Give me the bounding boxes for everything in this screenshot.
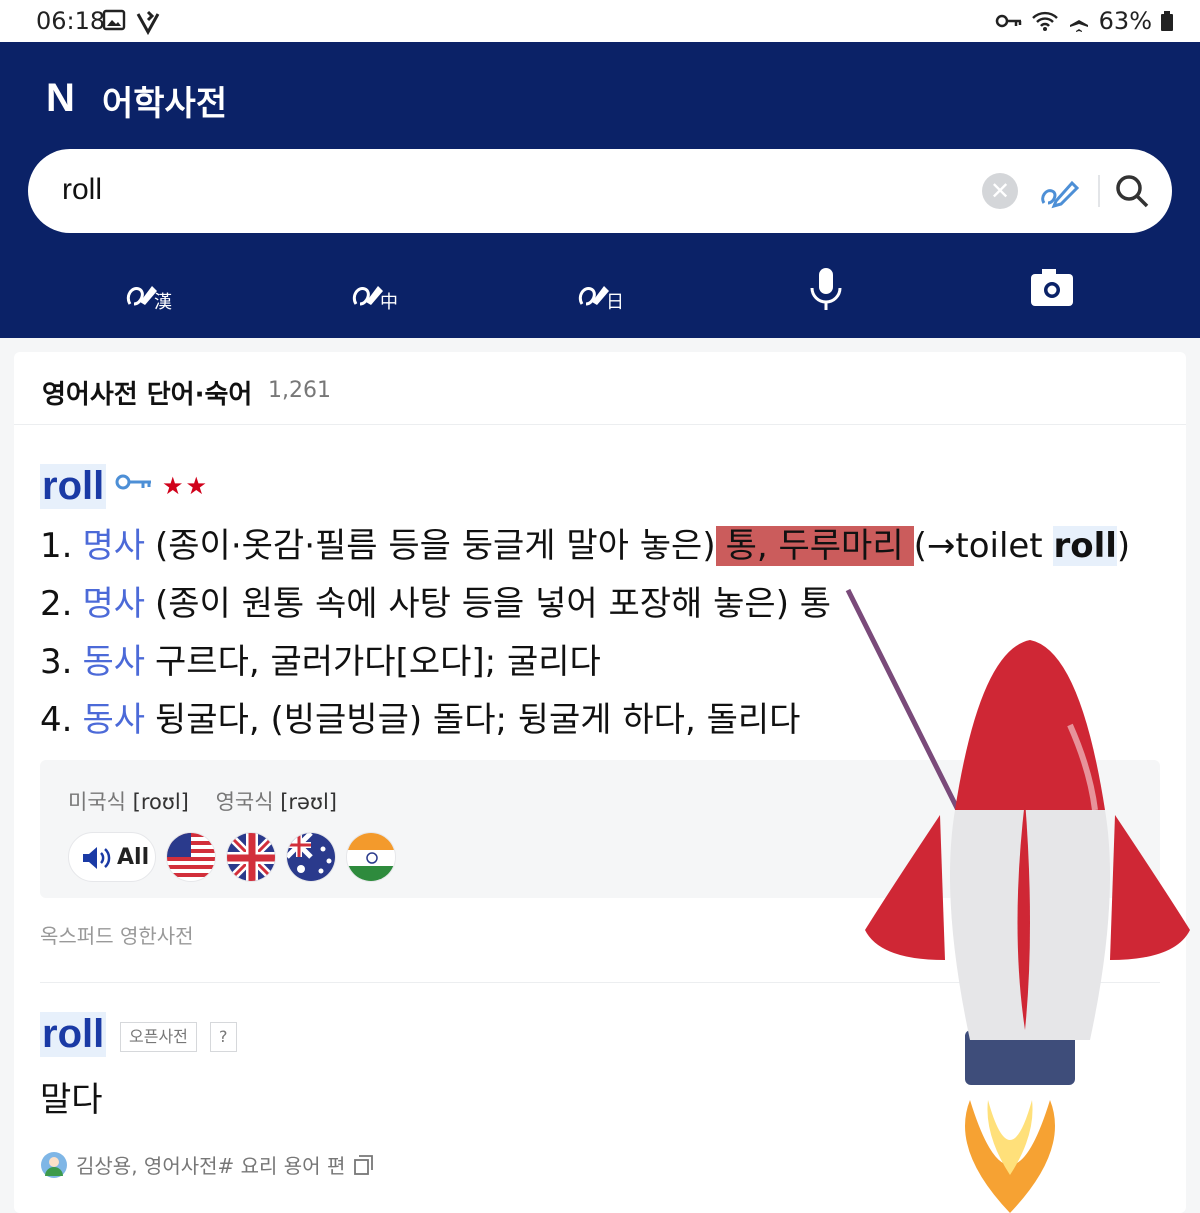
rocket-icon <box>865 640 1190 1213</box>
